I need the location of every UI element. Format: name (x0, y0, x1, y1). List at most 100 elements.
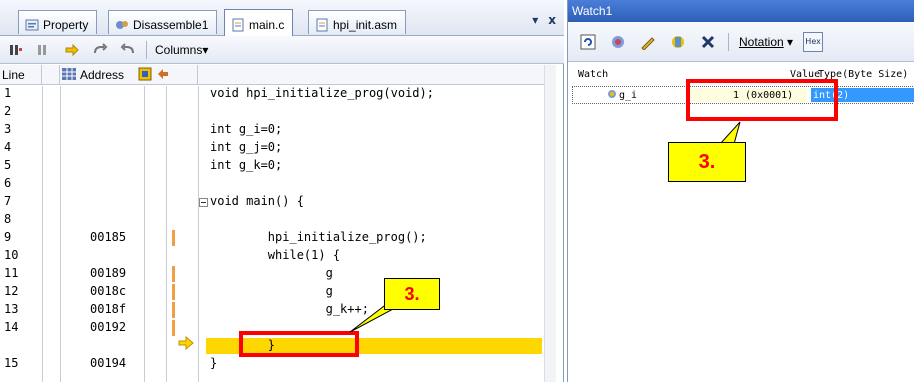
coverage-bar (172, 284, 175, 300)
watch-toolbar: Notation ▾ Hex (568, 22, 914, 62)
line-number: 8 (4, 212, 12, 226)
hex-label: Hex (805, 37, 821, 46)
add-watch-icon[interactable] (608, 32, 628, 52)
source-editor-pane: Property Disassemble1 main.c hpi_init.as… (0, 0, 564, 382)
delete-icon[interactable] (698, 32, 718, 52)
code-line: 5 int g_k=0; (0, 158, 556, 174)
step-callout: 3. (668, 142, 746, 182)
step-callout: 3. (384, 278, 440, 310)
tab-main-c[interactable]: main.c (224, 9, 294, 36)
toolbar-separator (728, 32, 729, 51)
column-address-label: Address (80, 68, 125, 82)
line-number: 7 (4, 194, 12, 208)
watch-title: Watch1 (572, 4, 613, 18)
line-source: hpi_initialize_prog(); (210, 230, 427, 244)
file-icon (231, 18, 245, 32)
file-icon (315, 18, 329, 32)
code-line: 4 int g_j=0; (0, 140, 556, 156)
line-number: 11 (4, 266, 19, 280)
code-line: 9 00185 hpi_initialize_prog(); (0, 230, 556, 246)
tab-label: hpi_init.asm (333, 17, 398, 32)
code-line: 7 void main() { (0, 194, 556, 210)
coverage-bar (172, 320, 175, 336)
code-line: 8 (0, 212, 556, 228)
line-address: 00185 (90, 230, 127, 244)
column-address[interactable]: Address (60, 65, 198, 85)
variable-icon (607, 89, 617, 102)
editor-tab-bar: Property Disassemble1 main.c hpi_init.as… (0, 0, 564, 36)
code-line: 15 00194} (0, 356, 556, 372)
code-line: 12 0018c g (0, 284, 556, 300)
current-pc-arrow-icon (178, 335, 194, 354)
watch-title-bar: Watch1 (568, 0, 914, 22)
line-source: g (210, 284, 333, 298)
tab-label: main.c (249, 18, 285, 32)
property-icon (25, 18, 39, 32)
line-number: 9 (4, 230, 12, 244)
toolbar-separator (146, 40, 147, 59)
line-source: int g_k=0; (210, 158, 283, 172)
hex-toggle[interactable]: Hex (803, 31, 824, 52)
address-grid-icon (62, 67, 76, 83)
columns-menu[interactable]: Columns▾ (155, 43, 208, 57)
collapse-icon[interactable] (199, 196, 208, 210)
code-line: 2 (0, 104, 556, 120)
line-number: 12 (4, 284, 19, 298)
tab-label: Property (43, 17, 89, 32)
highlight-box (686, 79, 838, 121)
clear-marker-icon[interactable] (34, 40, 54, 60)
code-line: 3 int g_i=0; (0, 122, 556, 138)
line-source: int g_j=0; (210, 140, 283, 154)
notation-menu[interactable]: Notation ▾ (739, 35, 793, 49)
watch-pane: Watch1 Notation ▾ Hex Watch Value Type(B… (567, 0, 914, 382)
undo-icon[interactable] (118, 40, 138, 60)
redo-icon[interactable] (90, 40, 110, 60)
line-address: 0018c (90, 284, 127, 298)
disassemble-icon (115, 18, 129, 32)
vertical-scrollbar[interactable] (544, 65, 556, 382)
line-address: 00189 (90, 266, 127, 280)
tab-list-dropdown[interactable]: ▾ (532, 13, 538, 27)
line-source: void hpi_initialize_prog(void); (210, 86, 434, 100)
close-icon[interactable]: x (548, 13, 556, 27)
watch-name: g_i (619, 90, 638, 101)
pc-arrow-icon (156, 67, 170, 84)
line-source: g (210, 266, 333, 280)
line-source: } (210, 356, 218, 370)
line-number: 1 (4, 86, 12, 100)
tab-property[interactable]: Property (18, 10, 98, 34)
columns-label: Columns (155, 42, 203, 57)
edit-watch-icon[interactable] (638, 32, 658, 52)
callout-label: 3. (698, 150, 716, 173)
line-address: 00192 (90, 320, 127, 334)
column-watch[interactable]: Watch (578, 69, 608, 80)
line-number: 6 (4, 176, 12, 190)
column-line[interactable]: Line (0, 65, 42, 85)
toggle-marker-icon[interactable] (6, 40, 26, 60)
column-line-label: Line (2, 68, 25, 82)
refresh-icon[interactable] (578, 32, 598, 52)
coverage-bar (172, 266, 175, 282)
line-source: while(1) { (210, 248, 341, 262)
callout-label: 3. (404, 283, 420, 304)
code-line: 6 (0, 176, 556, 192)
tab-disassemble1[interactable]: Disassemble1 (108, 10, 218, 34)
notation-label: Notation (739, 34, 784, 49)
line-number: 4 (4, 140, 12, 154)
column-header: Line Address (0, 65, 556, 85)
editor-toolbar: Columns▾ (0, 36, 564, 64)
code-line: 11 00189 g (0, 266, 556, 282)
tab-label: Disassemble1 (133, 17, 209, 32)
code-line: 13 0018f g_k++; (0, 302, 556, 318)
line-number: 13 (4, 302, 19, 316)
line-address: 00194 (90, 356, 127, 370)
line-address: 0018f (90, 302, 127, 316)
line-number: 5 (4, 158, 12, 172)
new-watch-icon[interactable] (668, 32, 688, 52)
coverage-bar (172, 302, 175, 318)
event-icon (138, 67, 152, 84)
line-number: 2 (4, 104, 12, 118)
tab-controls: ▾ x (532, 13, 556, 27)
tab-hpi-init-asm[interactable]: hpi_init.asm (308, 10, 407, 34)
go-to-cursor-icon[interactable] (62, 40, 82, 60)
